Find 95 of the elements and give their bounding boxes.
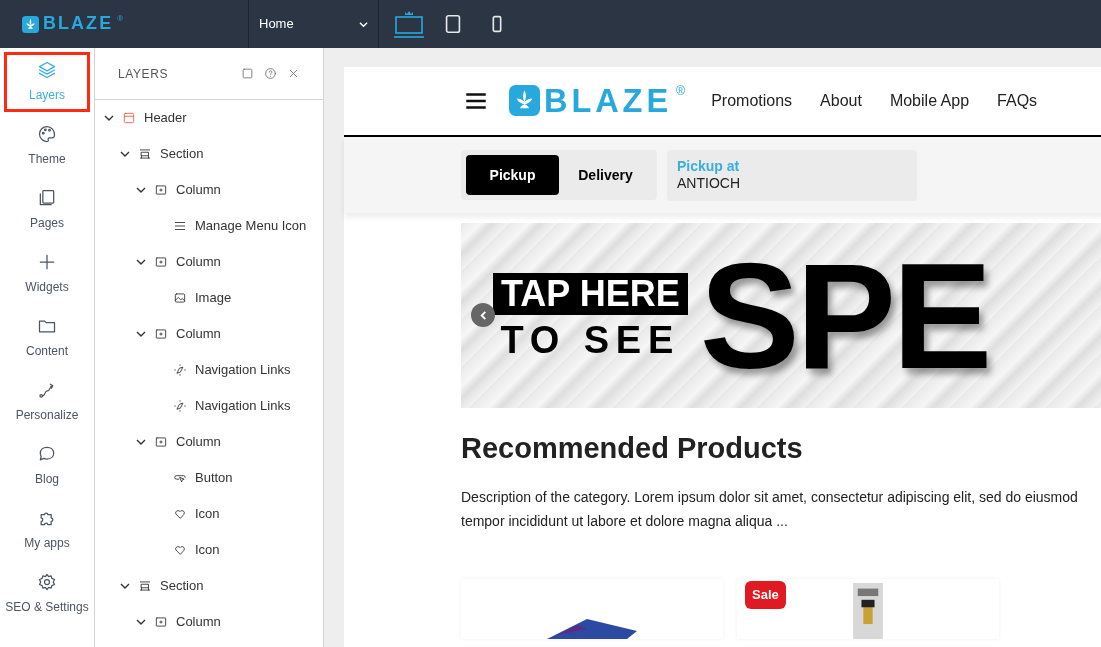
layer-row[interactable]: Column: [95, 172, 323, 208]
layer-label: Header: [144, 109, 187, 128]
layer-row[interactable]: Icon: [95, 496, 323, 532]
layer-label: Column: [176, 613, 221, 632]
palette-icon: [37, 124, 57, 144]
help-icon[interactable]: [264, 67, 277, 80]
layer-row[interactable]: Image: [95, 280, 323, 316]
nav-link[interactable]: About: [820, 89, 862, 113]
rail-item[interactable]: Blog: [4, 436, 90, 496]
layer-label: Section: [160, 145, 204, 164]
layer-row[interactable]: Manage Menu Icon: [95, 208, 323, 244]
chevron-icon[interactable]: [136, 617, 146, 627]
close-icon[interactable]: [287, 67, 300, 80]
image-icon: [173, 291, 187, 305]
carousel-prev-button[interactable]: [471, 303, 495, 327]
layer-label: Column: [176, 325, 221, 344]
banner-text: TO SEE: [500, 320, 681, 359]
layers-icon: [37, 60, 57, 80]
rail-item[interactable]: Content: [4, 308, 90, 368]
panel-title: LAYERS: [118, 65, 169, 83]
chevron-icon[interactable]: [120, 149, 130, 159]
product-card[interactable]: Sale: [737, 579, 999, 639]
pages-icon: [37, 188, 57, 208]
column-icon: [154, 435, 168, 449]
rail-item[interactable]: Widgets: [4, 244, 90, 304]
rail-item[interactable]: My apps: [4, 500, 90, 560]
plus-icon: [37, 252, 57, 272]
section-icon: [138, 147, 152, 161]
sale-badge: Sale: [745, 581, 786, 609]
dock-icon[interactable]: [241, 67, 254, 80]
layer-row[interactable]: Column: [95, 244, 323, 280]
nav-link[interactable]: Promotions: [711, 89, 793, 113]
banner-text: TAP HERE: [493, 272, 688, 315]
layer-row[interactable]: Column: [95, 424, 323, 460]
heart-icon: [173, 507, 187, 521]
category-description: Description of the category. Lorem ipsum dolor sit amet, consectetur adipiscing elit, sed do eiusmod tempor incididunt ut labore et dolore magna aliqua ...: [461, 488, 1079, 531]
section-title: Recommended Products: [461, 434, 804, 463]
layer-row[interactable]: Column: [95, 316, 323, 352]
pickup-location[interactable]: Pickup at ANTIOCH: [667, 149, 917, 201]
nav-link[interactable]: Mobile App: [889, 89, 970, 113]
column-icon: [154, 183, 168, 197]
pickup-location-text: ANTIOCH: [677, 175, 741, 193]
compass-icon: [173, 399, 187, 413]
menu-icon: [173, 219, 187, 233]
layer-label: Icon: [195, 541, 220, 560]
layer-row[interactable]: Button: [95, 460, 323, 496]
layer-label: Button: [195, 469, 233, 488]
chevron-icon[interactable]: [136, 437, 146, 447]
banner-headline: SPE: [699, 240, 989, 391]
chevron-icon[interactable]: [136, 257, 146, 267]
settings-icon: [37, 572, 57, 592]
layer-row[interactable]: Navigation Links: [95, 352, 323, 388]
nav-link[interactable]: FAQs: [997, 89, 1038, 113]
header-icon: [122, 111, 136, 125]
order-mode-tab[interactable]: Delivery: [559, 155, 652, 195]
rail-item[interactable]: Personalize: [4, 372, 90, 432]
layer-label: Icon: [195, 505, 220, 524]
leaf-icon: [509, 85, 540, 117]
rail-item[interactable]: Theme: [4, 116, 90, 176]
layer-label: Navigation Links: [195, 361, 291, 380]
layer-row[interactable]: Column: [95, 604, 323, 640]
compass-icon: [173, 363, 187, 377]
chevron-left-icon: [478, 310, 488, 320]
layer-label: Column: [176, 433, 221, 452]
layer-row[interactable]: Icon: [95, 532, 323, 568]
column-icon: [154, 255, 168, 269]
rail-item[interactable]: SEO & Settings: [4, 564, 90, 624]
rail-item[interactable]: Pages: [4, 180, 90, 240]
registered-mark: ®: [676, 84, 686, 98]
chevron-icon[interactable]: [120, 581, 130, 591]
section-icon: [138, 579, 152, 593]
layer-label: Section: [160, 577, 204, 596]
layer-label: Manage Menu Icon: [195, 217, 307, 236]
logo-wordmark: BLAZE: [43, 15, 114, 33]
pickup-label: Pickup at: [677, 157, 741, 175]
column-icon: [154, 327, 168, 341]
layer-row[interactable]: Section: [95, 568, 323, 604]
registered-mark: ®: [117, 15, 124, 24]
chevron-icon[interactable]: [104, 113, 114, 123]
layer-label: Navigation Links: [195, 397, 291, 416]
layer-row[interactable]: Header: [95, 100, 323, 136]
heart-icon: [173, 543, 187, 557]
layer-row[interactable]: Navigation Links: [95, 388, 323, 424]
order-mode-tab[interactable]: Pickup: [466, 155, 559, 195]
layer-label: Image: [195, 289, 232, 308]
column-icon: [154, 615, 168, 629]
layer-label: Column: [176, 181, 221, 200]
chevron-down-icon: [359, 19, 368, 29]
layer-label: Column: [176, 253, 221, 272]
chevron-icon[interactable]: [136, 185, 146, 195]
product-card[interactable]: [461, 579, 723, 639]
layer-row[interactable]: Section: [95, 136, 323, 172]
logo-wordmark: BLAZE: [544, 84, 672, 118]
chevron-icon[interactable]: [136, 329, 146, 339]
leaf-icon: [22, 15, 39, 33]
